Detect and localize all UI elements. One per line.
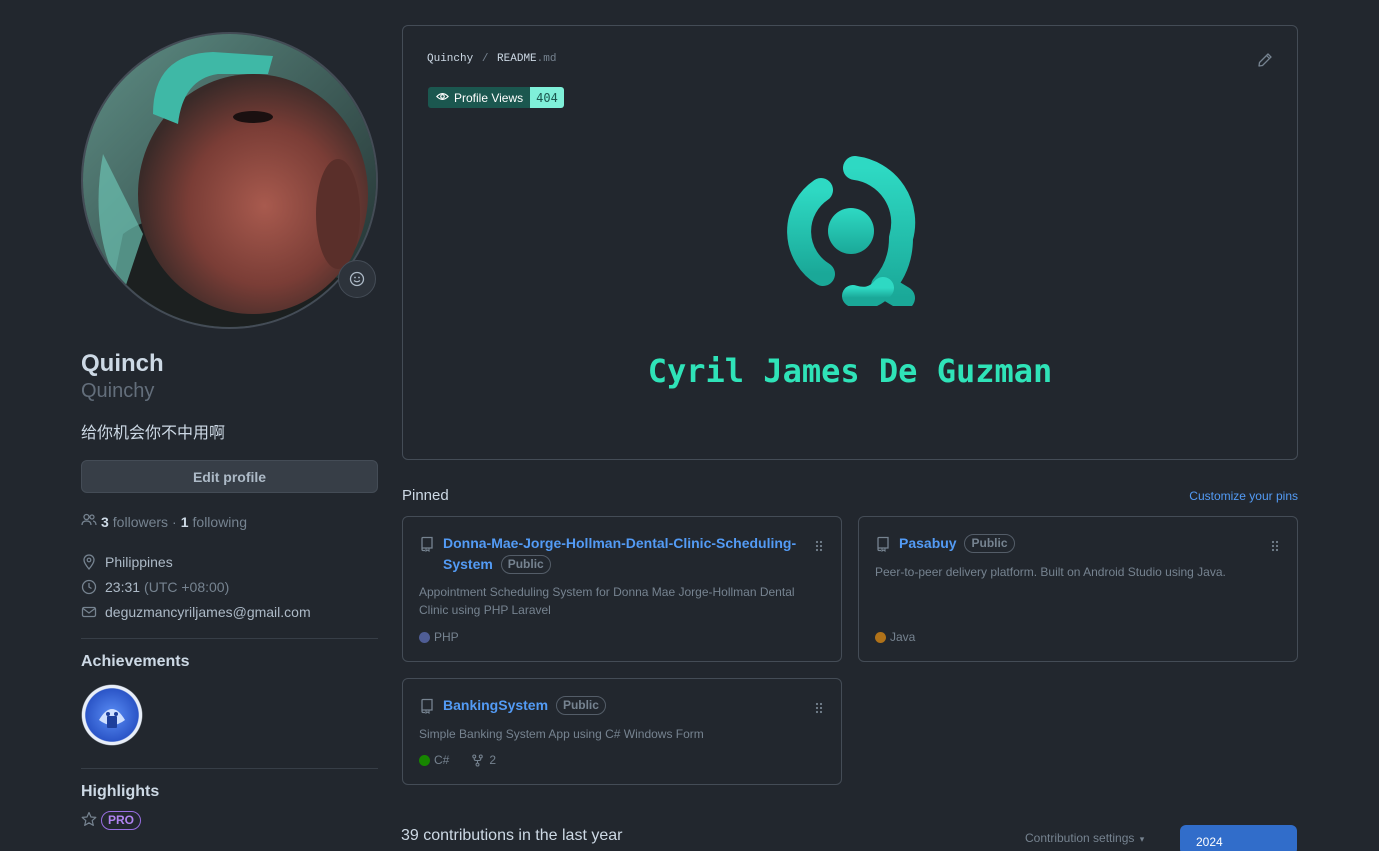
followers-count: 3 [101,513,109,530]
pinned-repo-header: Pasabuy Public [875,533,1282,555]
forks-link[interactable]: 2 [471,753,496,767]
fork-icon [472,753,484,767]
repo-icon [875,536,891,555]
mail-icon [81,604,105,620]
avatar-container [81,32,378,329]
profile-readme-card: Quinchy / README.md Profile Views 404 Cy… [402,25,1298,460]
pinned-title: Pinned [402,487,449,504]
follow-stats: 3 followers · 1 following [81,512,378,531]
pinned-repo-description: Simple Banking System App using C# Windo… [419,727,704,741]
caret-down-icon: ▾ [1139,834,1145,844]
pinned-repo-name-link[interactable]: Donna-Mae-Jorge-Hollman-Dental-Clinic-Sc… [443,535,796,572]
location-row: Philippines [81,549,378,574]
readme-owner[interactable]: Quinchy [427,53,473,65]
location-icon [81,553,105,570]
year-2024-button[interactable]: 2024 [1180,825,1297,851]
set-status-button[interactable] [338,260,376,298]
shark-achievement-badge-icon[interactable] [81,684,143,746]
language-color-dot [419,754,430,766]
profile-username: Quinchy [81,380,155,402]
following-label: following [192,513,247,530]
drag-handle-grabber-icon[interactable] [814,701,824,717]
profile-views-badge: Profile Views 404 [428,87,564,108]
pinned-header: Pinned Customize your pins [402,487,1298,504]
people-icon [81,512,97,531]
local-time-text: 23:31 [105,578,141,595]
followers-link[interactable]: 3 followers [101,514,168,530]
pinned-repo-header: BankingSystem Public [419,695,826,717]
contribution-settings-label: Contribution settings [1025,831,1135,845]
language-color-dot [419,631,430,643]
pinned-repo-name-link[interactable]: BankingSystem [443,697,548,713]
divider [81,638,378,639]
profile-views-label-box: Profile Views [428,87,531,108]
profile-views-count: 404 [530,87,564,108]
readme-extension: .md [536,53,557,65]
pinned-repo-language: PHP [434,630,459,644]
pinned-repo-meta: C# 2 [419,753,496,767]
profile-details: Philippines 23:31 (UTC +08:00) deguzmanc… [81,549,378,624]
following-count: 1 [180,513,189,530]
divider [81,768,378,769]
pinned-repo-description: Peer-to-peer delivery platform. Built on… [875,565,1226,579]
profile-display-name: Quinch [81,350,164,377]
contribution-settings-dropdown[interactable]: Contribution settings ▾ [1025,831,1144,845]
star-icon [81,811,97,830]
email-row: deguzmancyriljames@gmail.com [81,599,378,624]
edit-readme-pencil-icon[interactable] [1257,52,1273,71]
profile-sidebar: Quinch Quinchy 给你机会你不中用啊 Edit profile 3f… [81,32,378,830]
pinned-repo-language: C# [434,753,450,767]
capybara-avatar-icon [83,34,376,327]
language-color-dot [875,631,886,643]
avatar[interactable] [81,32,378,329]
pinned-repo-card: Donna-Mae-Jorge-Hollman-Dental-Clinic-Sc… [402,516,842,662]
visibility-badge: Public [964,534,1015,553]
achievements-title: Achievements [81,653,190,670]
edit-profile-button[interactable]: Edit profile [81,460,378,493]
pinned-repo-meta: Java [875,630,915,644]
location-text: Philippines [105,553,173,570]
pinned-repo-meta: PHP [419,630,459,644]
pinned-repo-card: Pasabuy Public Peer-to-peer delivery pla… [858,516,1298,662]
profile-bio: 给你机会你不中用啊 [81,425,226,442]
forks-count: 2 [489,753,497,767]
repo-icon [419,536,435,555]
email-link[interactable]: deguzmancyriljames@gmail.com [105,604,311,620]
drag-handle-grabber-icon[interactable] [1270,539,1280,555]
highlight-pro-row: PRO [81,811,378,830]
pinned-repo-language: Java [890,630,916,644]
visibility-badge: Public [555,696,606,715]
pinned-repo-header: Donna-Mae-Jorge-Hollman-Dental-Clinic-Sc… [419,533,826,575]
pinned-repo-card: BankingSystem Public Simple Banking Syst… [402,678,842,785]
visibility-badge: Public [500,555,551,574]
q-logo-icon [787,156,916,306]
drag-handle-grabber-icon[interactable] [814,539,824,555]
pinned-repo-description: Appointment Scheduling System for Donna … [419,585,795,617]
pinned-repo-name-link[interactable]: Pasabuy [899,535,957,551]
profile-views-label: Profile Views [454,90,524,105]
follow-separator: · [172,513,177,530]
following-link[interactable]: 1 following [181,514,247,530]
clock-icon [81,579,105,595]
pro-badge: PRO [101,811,142,830]
breadcrumb-separator: / [481,53,489,65]
readme-file[interactable]: README [497,53,537,65]
customize-pins-link[interactable]: Customize your pins [1189,489,1298,503]
eye-icon [436,90,449,106]
local-time-row: 23:31 (UTC +08:00) [81,574,378,599]
contributions-heading: 39 contributions in the last year [401,827,623,844]
timezone-text: (UTC +08:00) [144,578,230,595]
highlights-title: Highlights [81,783,160,800]
readme-breadcrumb: Quinchy / README.md [427,53,556,65]
smiley-icon [349,271,365,287]
repo-icon [419,698,435,717]
followers-label: followers [112,513,169,530]
readme-banner-name: Cyril James De Guzman [647,352,1053,390]
